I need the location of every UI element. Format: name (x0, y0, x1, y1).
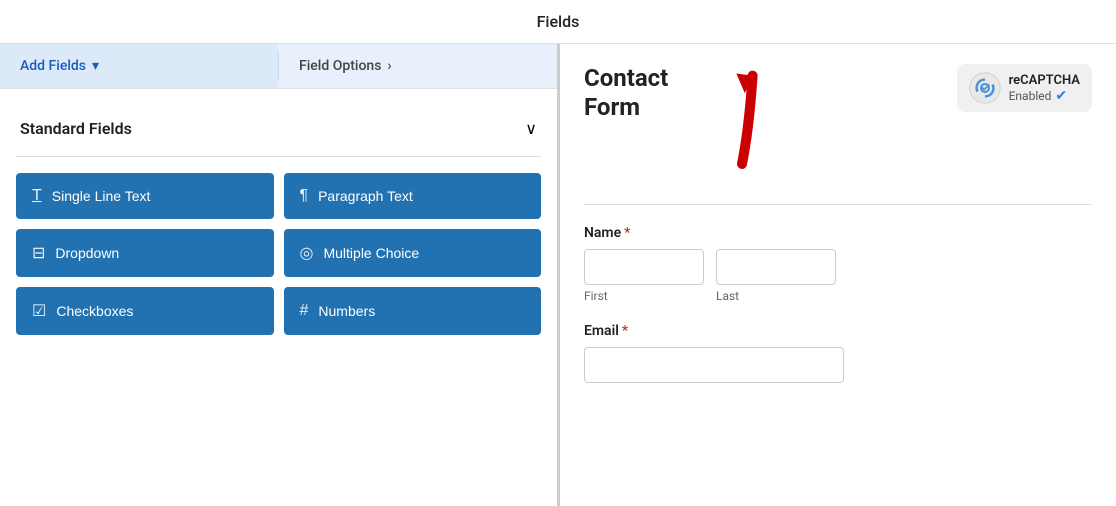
top-bar: Fields (0, 0, 1116, 44)
paragraph-text-icon: ¶ (300, 187, 309, 205)
tab-field-options-label: Field Options (299, 58, 381, 74)
recaptcha-name: reCAPTCHA (1009, 73, 1080, 88)
section-collapse-icon[interactable]: ∨ (525, 119, 537, 138)
right-panel: ContactForm (560, 44, 1116, 506)
numbers-button[interactable]: # Numbers (284, 287, 542, 335)
chevron-right-icon: › (387, 58, 391, 74)
single-line-text-icon: T̲ (32, 187, 42, 205)
last-name-label: Last (716, 289, 836, 303)
recaptcha-badge: reCAPTCHA Enabled ✔ (957, 64, 1092, 112)
recaptcha-status: Enabled ✔ (1009, 88, 1080, 104)
dropdown-button[interactable]: ⊟ Dropdown (16, 229, 274, 277)
form-header: ContactForm (584, 64, 1092, 184)
left-panel: Add Fields ▾ Field Options › Standard Fi… (0, 44, 560, 506)
dropdown-label: Dropdown (55, 245, 119, 261)
page-title: Fields (537, 12, 580, 31)
numbers-label: Numbers (318, 303, 375, 319)
checkboxes-label: Checkboxes (56, 303, 133, 319)
paragraph-text-label: Paragraph Text (318, 188, 413, 204)
email-input[interactable] (584, 347, 844, 383)
tab-add-fields[interactable]: Add Fields ▾ (0, 44, 278, 88)
left-content: Standard Fields ∨ T̲ Single Line Text ¶ … (0, 89, 557, 506)
multiple-choice-icon: ◎ (300, 243, 314, 263)
numbers-icon: # (300, 302, 309, 320)
single-line-text-label: Single Line Text (52, 188, 151, 204)
check-circle-icon: ✔ (1055, 88, 1067, 104)
main-layout: Add Fields ▾ Field Options › Standard Fi… (0, 44, 1116, 506)
first-name-input[interactable] (584, 249, 704, 285)
name-inputs: First Last (584, 249, 1092, 303)
checkboxes-icon: ☑ (32, 301, 46, 321)
standard-fields-title: Standard Fields (20, 119, 132, 138)
tab-add-fields-label: Add Fields (20, 58, 86, 74)
form-title: ContactForm (584, 64, 668, 122)
multiple-choice-button[interactable]: ◎ Multiple Choice (284, 229, 542, 277)
tab-field-options[interactable]: Field Options › (279, 44, 557, 88)
form-section-divider (584, 204, 1092, 205)
recaptcha-status-text: Enabled (1009, 89, 1052, 103)
recaptcha-logo-icon (969, 72, 1001, 104)
name-form-field: Name * First Last (584, 225, 1092, 303)
checkboxes-button[interactable]: ☑ Checkboxes (16, 287, 274, 335)
email-field-label: Email * (584, 323, 1092, 339)
standard-fields-header: Standard Fields ∨ (16, 109, 541, 148)
multiple-choice-label: Multiple Choice (323, 245, 419, 261)
arrow-annotation (732, 64, 892, 184)
required-star: * (624, 225, 630, 241)
email-required-star: * (622, 323, 628, 339)
first-name-wrap: First (584, 249, 704, 303)
recaptcha-info: reCAPTCHA Enabled ✔ (1009, 73, 1080, 104)
fields-grid: T̲ Single Line Text ¶ Paragraph Text ⊟ D… (16, 173, 541, 335)
form-title-text: ContactForm (584, 64, 668, 122)
chevron-down-icon: ▾ (92, 58, 99, 74)
last-name-input[interactable] (716, 249, 836, 285)
email-form-field: Email * (584, 323, 1092, 383)
arrow-icon (732, 64, 892, 184)
dropdown-icon: ⊟ (32, 243, 45, 263)
single-line-text-button[interactable]: T̲ Single Line Text (16, 173, 274, 219)
paragraph-text-button[interactable]: ¶ Paragraph Text (284, 173, 542, 219)
last-name-wrap: Last (716, 249, 836, 303)
tab-bar: Add Fields ▾ Field Options › (0, 44, 557, 89)
name-field-label: Name * (584, 225, 1092, 241)
section-divider (16, 156, 541, 157)
first-name-label: First (584, 289, 704, 303)
